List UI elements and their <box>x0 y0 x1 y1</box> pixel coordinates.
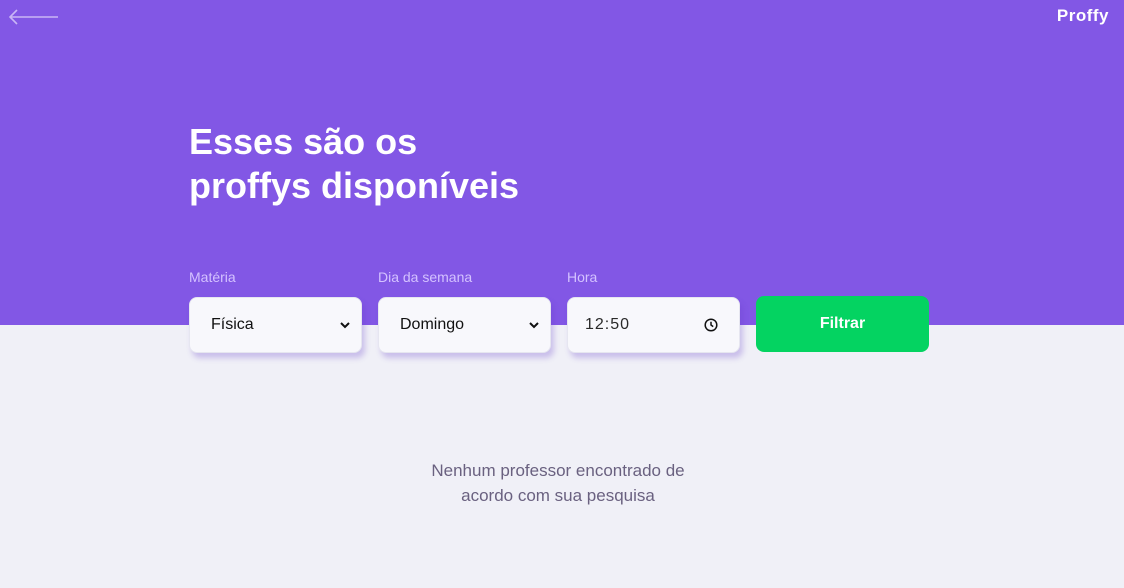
subject-select[interactable]: Física <box>189 297 362 353</box>
page-title-line-2: proffys disponíveis <box>189 165 520 206</box>
time-field: Hora 12:50 <box>567 268 740 353</box>
teacher-list-page: Proffy Esses são os proffys disponíveis … <box>0 0 1124 588</box>
week-day-field: Dia da semana Domingo <box>378 268 551 353</box>
subject-select-value: Física <box>211 316 254 333</box>
chevron-down-icon <box>340 322 350 329</box>
clock-icon[interactable] <box>704 318 718 332</box>
page-title: Esses são os proffys disponíveis <box>189 120 519 208</box>
time-input-value: 12:50 <box>585 316 631 333</box>
page-header: Proffy Esses são os proffys disponíveis <box>0 0 1124 325</box>
subject-field: Matéria Física <box>189 268 362 353</box>
page-title-line-1: Esses são os <box>189 121 418 162</box>
filter-button[interactable]: Filtrar <box>756 296 929 352</box>
back-link[interactable] <box>8 8 59 26</box>
subject-label: Matéria <box>189 269 236 285</box>
proffy-logo: Proffy <box>1056 6 1109 25</box>
no-results-line-2: acordo com sua pesquisa <box>461 486 655 505</box>
week-day-select-value: Domingo <box>400 316 465 333</box>
week-day-label: Dia da semana <box>378 269 473 285</box>
no-results-line-1: Nenhum professor encontrado de <box>431 461 685 480</box>
week-day-select[interactable]: Domingo <box>378 297 551 353</box>
time-input[interactable]: 12:50 <box>567 297 740 353</box>
time-label: Hora <box>567 269 598 285</box>
chevron-down-icon <box>529 322 539 329</box>
arrow-left-icon <box>8 9 58 25</box>
no-results-message: Nenhum professor encontrado de acordo co… <box>0 458 1086 508</box>
